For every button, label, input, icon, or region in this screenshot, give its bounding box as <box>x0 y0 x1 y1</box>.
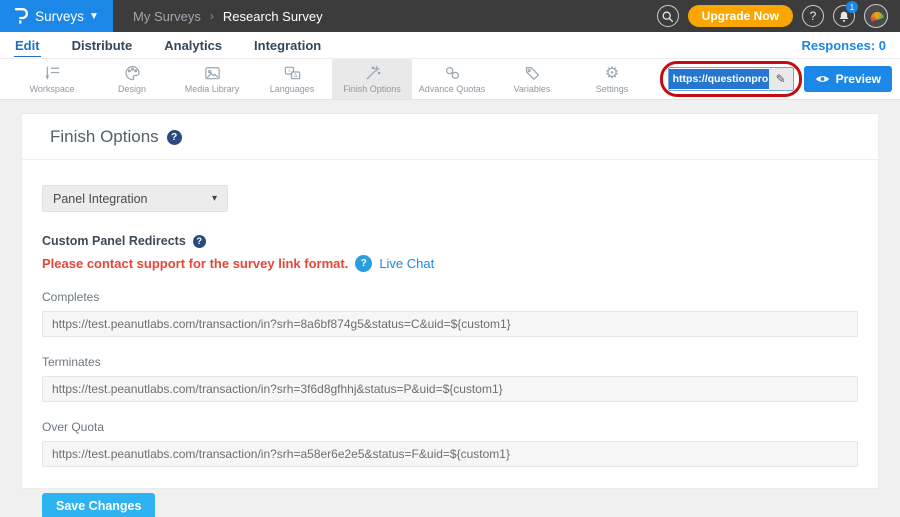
eye-icon <box>815 74 830 84</box>
breadcrumb-current-survey: Research Survey <box>223 9 323 24</box>
toolbar-item-variables[interactable]: Variables <box>492 59 572 99</box>
terminates-url-input[interactable] <box>42 376 858 402</box>
finish-options-card: Finish Options ? Panel Integration ▾ Cus… <box>21 113 879 489</box>
page-content: Finish Options ? Panel Integration ▾ Cus… <box>0 100 900 489</box>
variables-tag-icon <box>523 64 542 82</box>
edit-toolbar: Workspace Design Media Library × A Langu… <box>0 59 900 100</box>
tab-analytics[interactable]: Analytics <box>163 34 223 56</box>
toolbar-item-languages[interactable]: × A Languages <box>252 59 332 99</box>
media-library-icon <box>203 64 222 82</box>
svg-text:A: A <box>293 73 297 79</box>
live-chat-link[interactable]: Live Chat <box>379 256 434 271</box>
save-changes-button[interactable]: Save Changes <box>42 493 155 517</box>
finish-options-wand-icon <box>363 64 382 82</box>
section-label: Custom Panel Redirects <box>42 234 186 248</box>
card-body: Panel Integration ▾ Custom Panel Redirec… <box>22 160 878 517</box>
survey-url-selected-text: https://questionpro.com/t/A <box>669 69 769 89</box>
over-quota-label: Over Quota <box>42 420 858 434</box>
chevron-down-icon: ▼ <box>89 11 99 22</box>
notification-count-badge: 1 <box>846 1 858 13</box>
edit-url-button[interactable]: ✎ <box>769 68 793 90</box>
toolbar-item-settings[interactable]: ⚙ Settings <box>572 59 652 99</box>
pencil-icon: ✎ <box>776 72 786 86</box>
breadcrumb-my-surveys[interactable]: My Surveys <box>133 9 201 24</box>
advance-quotas-chain-icon <box>443 64 462 82</box>
responses-count[interactable]: Responses: 0 <box>801 38 886 53</box>
completes-url-input[interactable] <box>42 311 858 337</box>
survey-nav: Edit Distribute Analytics Integration Re… <box>0 32 900 59</box>
terminates-label: Terminates <box>42 355 858 369</box>
custom-panel-redirects-row: Custom Panel Redirects ? <box>42 234 858 248</box>
page-title: Finish Options <box>50 127 159 147</box>
terminates-group: Terminates <box>42 355 858 402</box>
toolbar-item-workspace[interactable]: Workspace <box>12 59 92 99</box>
breadcrumb: My Surveys › Research Survey <box>133 0 323 32</box>
toolbar-item-design[interactable]: Design <box>92 59 172 99</box>
tab-edit[interactable]: Edit <box>14 34 41 57</box>
over-quota-url-input[interactable] <box>42 441 858 467</box>
support-notice-row: Please contact support for the survey li… <box>42 255 858 272</box>
search-icon <box>661 10 674 23</box>
questionpro-logo-icon <box>14 7 28 25</box>
help-button[interactable]: ? <box>802 5 824 27</box>
toolbar-item-advance-quotas[interactable]: Advance Quotas <box>412 59 492 99</box>
top-bar: Surveys ▼ My Surveys › Research Survey U… <box>0 0 900 32</box>
design-palette-icon <box>123 64 142 82</box>
dropdown-selected-value: Panel Integration <box>53 192 148 206</box>
workspace-icon <box>43 64 62 82</box>
custom-panel-redirects-help-icon[interactable]: ? <box>193 235 206 248</box>
product-switcher[interactable]: Surveys ▼ <box>0 0 113 32</box>
question-mark-icon: ? <box>810 9 817 23</box>
finish-options-help-icon[interactable]: ? <box>167 130 182 145</box>
tab-distribute[interactable]: Distribute <box>71 34 134 56</box>
breadcrumb-separator: › <box>210 9 214 23</box>
svg-text:×: × <box>287 69 290 75</box>
upgrade-now-button[interactable]: Upgrade Now <box>688 5 793 27</box>
chevron-down-icon: ▾ <box>212 193 217 204</box>
card-header: Finish Options ? <box>22 114 878 160</box>
search-button[interactable] <box>657 5 679 27</box>
preview-button[interactable]: Preview <box>804 66 892 92</box>
survey-url-input[interactable]: https://questionpro.com/t/A ✎ <box>668 67 794 91</box>
product-name: Surveys <box>35 9 84 24</box>
settings-gear-icon: ⚙ <box>605 65 619 82</box>
languages-icon: × A <box>283 64 302 82</box>
survey-url-wrap: https://questionpro.com/t/A ✎ <box>668 67 794 91</box>
completes-label: Completes <box>42 290 858 304</box>
support-notice: Please contact support for the survey li… <box>42 256 348 271</box>
over-quota-group: Over Quota <box>42 420 858 467</box>
topbar-actions: Upgrade Now ? 1 <box>657 0 900 32</box>
completes-group: Completes <box>42 290 858 337</box>
panel-integration-dropdown[interactable]: Panel Integration ▾ <box>42 185 228 212</box>
live-chat-icon[interactable]: ? <box>355 255 372 272</box>
toolbar-item-media-library[interactable]: Media Library <box>172 59 252 99</box>
avatar-logo <box>869 10 884 22</box>
tab-integration[interactable]: Integration <box>253 34 322 56</box>
notifications-button[interactable]: 1 <box>833 5 855 27</box>
toolbar-item-finish-options[interactable]: Finish Options <box>332 59 412 99</box>
account-avatar[interactable] <box>864 4 888 28</box>
